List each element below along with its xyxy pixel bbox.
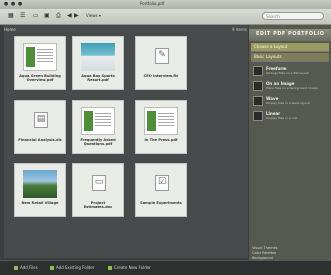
add-folder-button[interactable]: Add Existing Folder (50, 265, 95, 270)
item-count: 9 items (232, 27, 247, 32)
layout-desc: Display files in a wave layout (266, 101, 310, 105)
list-view-icon[interactable]: ☰ (20, 12, 25, 20)
toolbar: ▦ ☰ ▭ ▣ ⎙ ◀ ▶ Views ▾ Search (0, 9, 331, 25)
visual-themes-link[interactable]: Visual Themes (252, 246, 277, 250)
section-label: Basic Layouts (254, 54, 282, 59)
panel-header: EDIT PDF PORTFOLIO (249, 29, 331, 41)
forward-icon[interactable]: ▶ (74, 12, 79, 20)
add-icon (14, 266, 18, 270)
pdf-thumbnail (23, 43, 57, 71)
file-tile[interactable]: In The Press.pdf (135, 100, 187, 154)
layout-desc: Place files on a background image (266, 86, 318, 90)
document-file-icon: ▭ (92, 175, 106, 191)
section-label: Choose a Layout (254, 44, 288, 49)
search-input[interactable]: Search (262, 12, 324, 20)
file-tile[interactable]: ▤ Financial Analysis.xls (14, 100, 66, 154)
views-menu[interactable]: Views ▾ (86, 12, 101, 20)
file-name: Financial Analysis.xls (18, 138, 62, 142)
file-tile[interactable]: ☑ Sample Experiments (135, 163, 187, 217)
add-files-label: Add Files (20, 265, 38, 270)
file-name: Frequently Asked Questions.pdf (80, 138, 116, 147)
layout-option[interactable]: Linear Display files in a row (253, 110, 327, 124)
file-tile[interactable]: Aqua Bay Sports Resort.pdf (72, 36, 124, 90)
file-name: Project Estimates.doc (83, 201, 113, 210)
image-layout-icon (253, 81, 263, 91)
breadcrumb[interactable]: Home (4, 27, 16, 32)
layout-option[interactable]: On an Image Place files on a background … (253, 80, 327, 94)
layout-option[interactable]: Wave Display files in a wave layout (253, 95, 327, 109)
file-name: Aqua Green Building Overview.pdf (19, 74, 61, 83)
open-icon[interactable]: ▭ (33, 12, 39, 20)
panel-title: EDIT PDF PORTFOLIO (256, 31, 325, 37)
file-tile[interactable]: ▭ Project Estimates.doc (72, 163, 124, 217)
linear-layout-icon (253, 111, 263, 121)
pdf-thumbnail (144, 107, 178, 135)
file-tile[interactable]: Frequently Asked Questions.pdf (72, 100, 124, 154)
layout-desc: Display files in a row (266, 116, 298, 120)
add-folder-label: Add Existing Folder (56, 265, 95, 270)
new-folder-icon (108, 266, 112, 270)
layout-option[interactable]: Freeform Arrange files on a flat layout (253, 65, 327, 79)
file-tile[interactable]: Aqua Green Building Overview.pdf (14, 36, 66, 90)
layouts-section[interactable]: Choose a Layout (251, 43, 329, 52)
window-title: Portfolio.pdf (140, 1, 165, 6)
portfolio-panel: EDIT PDF PORTFOLIO Choose a Layout Basic… (249, 25, 331, 260)
file-name: CEO Interview.flv (143, 74, 179, 78)
file-name: In The Press.pdf (144, 138, 178, 142)
checkbox-file-icon: ☑ (155, 175, 169, 191)
video-file-icon: ✎ (155, 48, 169, 64)
wave-layout-icon (253, 96, 263, 106)
file-name: Aqua Bay Sports Resort.pdf (81, 74, 115, 83)
spreadsheet-file-icon: ▤ (34, 112, 48, 128)
back-icon[interactable]: ◀ (67, 12, 72, 20)
layout-desc: Arrange files on a flat layout (266, 71, 309, 75)
color-palettes-link[interactable]: Color Palettes (252, 251, 276, 255)
save-icon[interactable]: ▣ (44, 12, 50, 20)
new-folder-label: Create New Folder (114, 265, 151, 270)
pdf-thumbnail (81, 107, 115, 135)
title-bar: ● ● ● Portfolio.pdf (0, 0, 331, 9)
freeform-layout-icon (253, 66, 263, 76)
status-bar: Add Files Add Existing Folder Create New… (0, 260, 331, 275)
add-files-button[interactable]: Add Files (14, 265, 38, 270)
file-tile[interactable]: New Retail Village (14, 163, 66, 217)
folder-icon (50, 266, 54, 270)
app-window: ● ● ● Portfolio.pdf ▦ ☰ ▭ ▣ ⎙ ◀ ▶ Views … (0, 0, 331, 275)
new-folder-button[interactable]: Create New Folder (108, 265, 151, 270)
pdf-thumbnail (81, 43, 115, 71)
file-name: New Retail Village (21, 201, 59, 205)
image-thumbnail (23, 170, 57, 198)
print-icon[interactable]: ⎙ (56, 12, 61, 20)
file-tile[interactable]: ✎ CEO Interview.flv (135, 36, 187, 90)
zoom-icon[interactable]: ● (16, 1, 24, 7)
grid-view-icon[interactable]: ▦ (8, 12, 14, 20)
basic-layouts-section[interactable]: Basic Layouts (251, 53, 329, 62)
file-name: Sample Experiments (140, 201, 182, 205)
